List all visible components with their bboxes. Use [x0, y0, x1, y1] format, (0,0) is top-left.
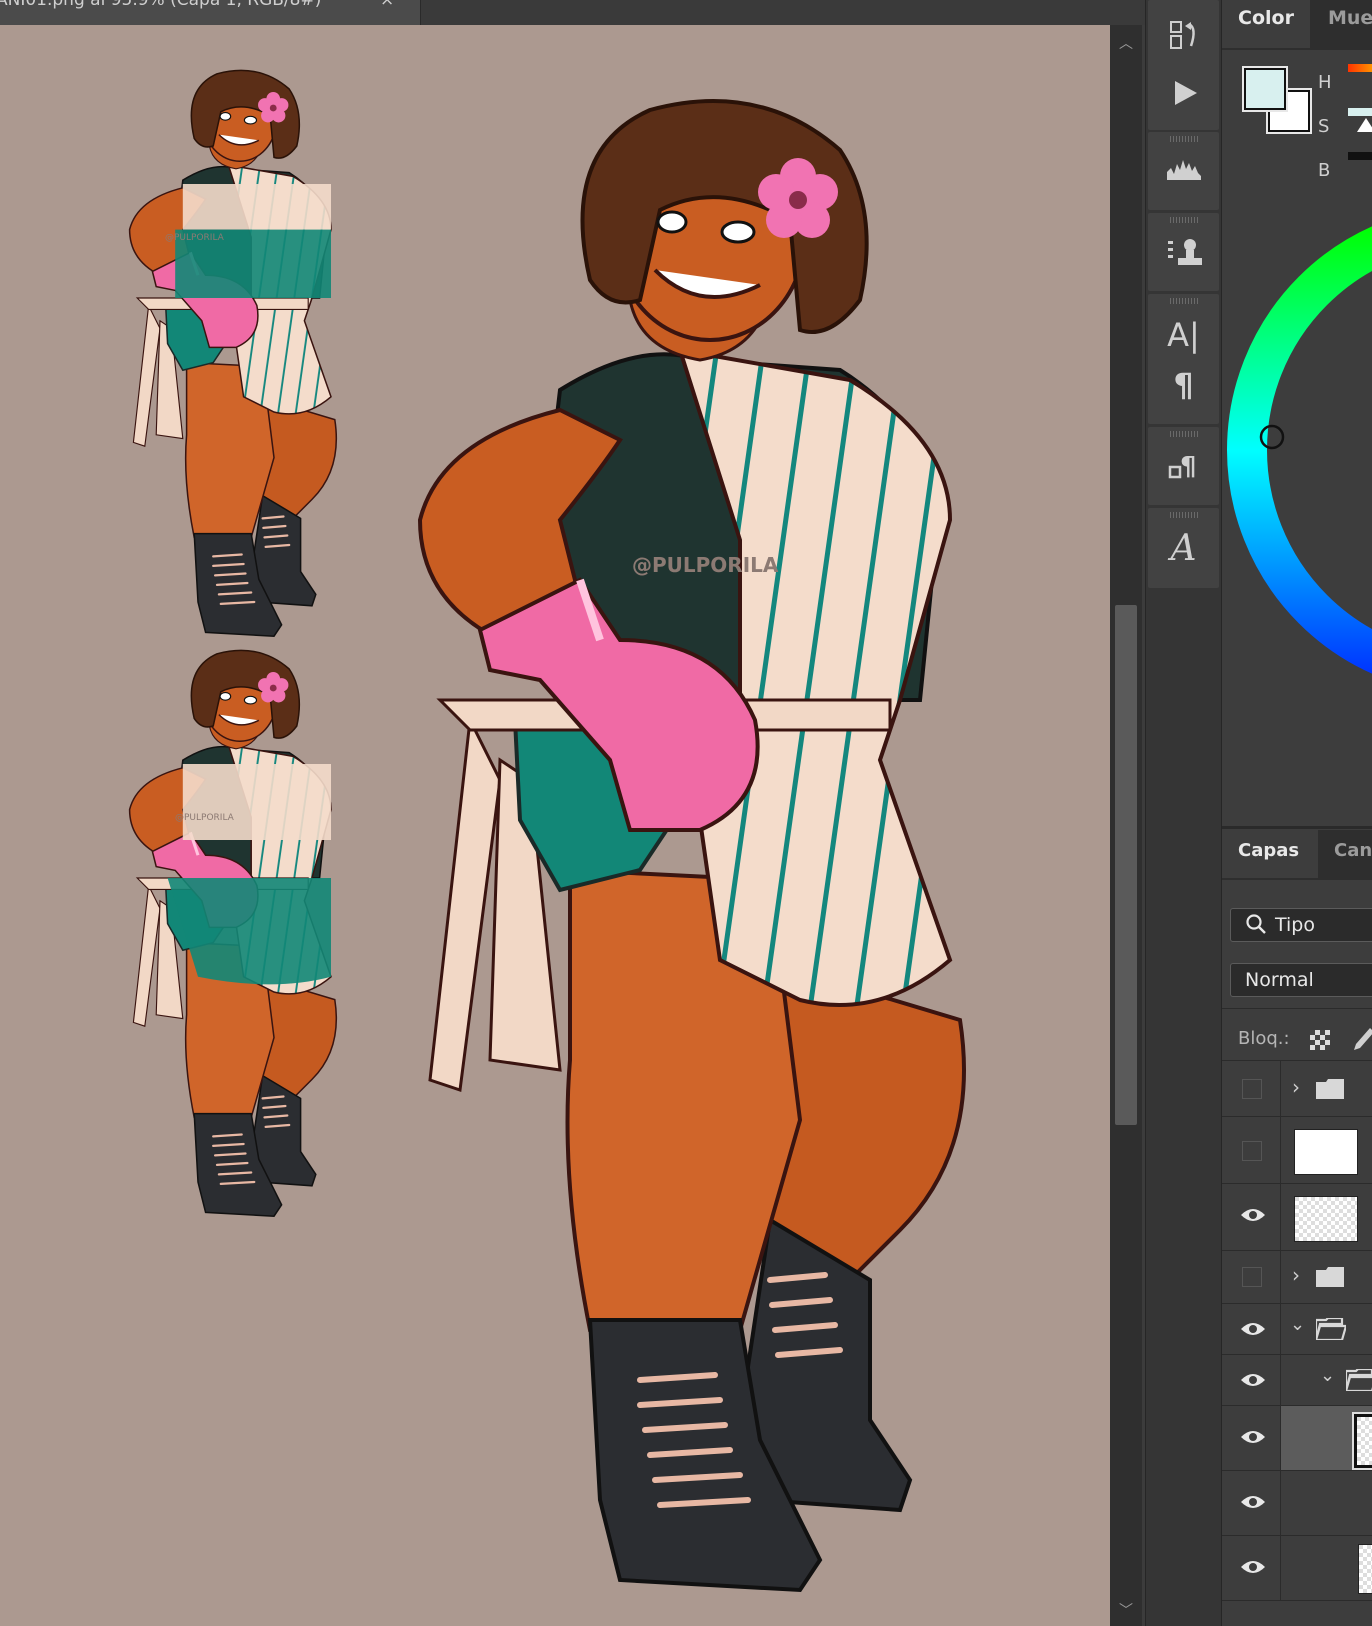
glyphs-icon[interactable]: A	[1148, 528, 1219, 569]
eye-visibility-icon[interactable]	[1240, 1493, 1266, 1515]
layers-panel-tabs: Capas Canales	[1222, 830, 1372, 880]
paragraph-icon[interactable]: ¶	[1148, 366, 1219, 404]
hue-label: H	[1318, 72, 1332, 93]
folder-icon	[1316, 1267, 1344, 1291]
chevron-right-icon[interactable]: ›	[1292, 1263, 1300, 1287]
history-brush-icon[interactable]	[1148, 18, 1219, 56]
folder-icon	[1316, 1079, 1344, 1103]
clone-stamp-list-icon[interactable]	[1148, 235, 1219, 275]
blend-mode-select[interactable]: Normal	[1230, 963, 1372, 997]
watermark-small-top: @PULPORILA	[165, 233, 225, 243]
layer-row[interactable]	[1222, 1184, 1372, 1251]
character-type-icon[interactable]: A|	[1148, 316, 1219, 354]
saturation-slider-handle[interactable]	[1357, 118, 1372, 132]
tool-group-paragraph-style: ¶	[1148, 427, 1219, 505]
eye-visibility-icon[interactable]	[1240, 1371, 1266, 1393]
tool-group-history	[1148, 0, 1219, 130]
layer-thumbnail-transparent	[1294, 1196, 1358, 1242]
layer-row[interactable]	[1222, 1117, 1372, 1184]
tool-group-glyphs: A	[1148, 508, 1219, 588]
lock-label: Bloq.:	[1238, 1028, 1290, 1049]
color-wheel[interactable]	[1222, 220, 1372, 680]
artwork-canvas: @PULPORILA @PULPORILA @PULPORILA	[128, 68, 1110, 1626]
watermark-large: @PULPORILA	[632, 553, 779, 577]
tool-group-type: A| ¶	[1148, 294, 1219, 424]
document-tab-bar: ANI01.png al 95.9% (Capa 1, RGB/8#) ×	[0, 0, 1145, 25]
chevron-down-icon[interactable]: ⌄	[1290, 1314, 1305, 1335]
layer-filter-field[interactable]: Tipo	[1230, 908, 1372, 942]
paragraph-style-icon[interactable]: ¶	[1148, 449, 1219, 489]
eye-visibility-icon[interactable]	[1240, 1428, 1266, 1450]
eye-visibility-icon[interactable]	[1240, 1320, 1266, 1342]
play-action-icon[interactable]	[1148, 76, 1219, 114]
search-icon	[1245, 913, 1267, 940]
scroll-down-icon[interactable]: ﹀	[1110, 1600, 1142, 1620]
layer-row[interactable]: ›	[1222, 1061, 1372, 1117]
brightness-label: B	[1318, 160, 1331, 181]
layer-row[interactable]: ⌄	[1222, 1355, 1372, 1406]
layer-row[interactable]	[1222, 1471, 1372, 1536]
close-tab-icon[interactable]: ×	[380, 0, 394, 9]
tab-color[interactable]: Color	[1222, 0, 1310, 48]
visibility-toggle-off[interactable]	[1242, 1267, 1262, 1287]
large-character-figure	[420, 101, 964, 1590]
folder-open-icon	[1344, 1367, 1372, 1395]
layer-row-selected[interactable]	[1222, 1406, 1372, 1471]
right-panels: Color Muestras H S B Capas Canales Tipo …	[1222, 0, 1372, 1626]
brightness-slider[interactable]	[1348, 152, 1372, 160]
lock-image-pixels-icon[interactable]	[1352, 1026, 1372, 1056]
layer-row[interactable]: ⌄	[1222, 1304, 1372, 1355]
canvas[interactable]: @PULPORILA @PULPORILA @PULPORILA	[0, 25, 1110, 1626]
tab-channels[interactable]: Canales	[1318, 830, 1372, 878]
tab-swatches[interactable]: Muestras	[1312, 0, 1372, 48]
layer-row[interactable]: ›	[1222, 1251, 1372, 1304]
tab-layers[interactable]: Capas	[1222, 830, 1318, 878]
chevron-down-icon[interactable]: ⌄	[1320, 1365, 1335, 1386]
chevron-right-icon[interactable]: ›	[1292, 1075, 1300, 1099]
hue-slider[interactable]	[1348, 64, 1372, 72]
eye-visibility-icon[interactable]	[1240, 1558, 1266, 1580]
blend-mode-value: Normal	[1245, 969, 1314, 991]
color-panel-tabs: Color Muestras	[1222, 0, 1372, 50]
foreground-color-swatch[interactable]	[1244, 68, 1286, 110]
layer-thumbnail-white	[1294, 1129, 1358, 1175]
svg-text:¶: ¶	[1180, 452, 1197, 482]
visibility-toggle-off[interactable]	[1242, 1079, 1262, 1099]
small-character-figure-top	[128, 68, 338, 638]
layer-row[interactable]	[1222, 1536, 1372, 1601]
watermark-small-bottom: @PULPORILA	[175, 813, 235, 823]
visibility-toggle-off[interactable]	[1242, 1141, 1262, 1161]
small-character-figure-bottom	[128, 648, 338, 1218]
scroll-up-icon[interactable]: ︿	[1110, 33, 1142, 53]
histogram-icon[interactable]	[1148, 154, 1219, 188]
canvas-scrollbar[interactable]: ︿ ﹀	[1110, 25, 1142, 1626]
tool-group-histogram	[1148, 132, 1219, 210]
saturation-label: S	[1318, 116, 1330, 137]
eye-visibility-icon[interactable]	[1240, 1206, 1266, 1228]
scrollbar-thumb[interactable]	[1115, 605, 1137, 1125]
layer-filter-label: Tipo	[1275, 914, 1315, 936]
layer-thumbnail	[1358, 1544, 1372, 1594]
collapsed-panels-strip: A| ¶ ¶ A	[1145, 0, 1222, 1626]
saturation-slider[interactable]	[1348, 108, 1372, 116]
document-tab-title: ANI01.png al 95.9% (Capa 1, RGB/8#)	[0, 0, 322, 10]
folder-open-icon	[1314, 1316, 1348, 1344]
document-tab[interactable]: ANI01.png al 95.9% (Capa 1, RGB/8#) ×	[0, 0, 421, 25]
tool-group-clone	[1148, 213, 1219, 291]
layer-thumbnail-selected	[1354, 1414, 1372, 1468]
lock-transparent-pixels-icon[interactable]	[1310, 1030, 1330, 1050]
